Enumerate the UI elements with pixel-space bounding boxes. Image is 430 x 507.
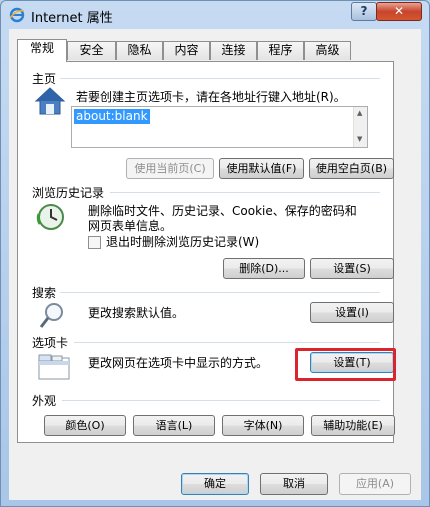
dialog-client: 常规 安全 隐私 内容 连接 程序 高级 主页 若要创建主页选项卡，请在各地址行… [9,29,421,500]
help-button[interactable]: ? [351,2,377,21]
homepage-group-label: 主页 [32,72,57,86]
tab-content[interactable]: 内容 [163,41,210,60]
search-settings-button[interactable]: 设置(I) [310,302,394,323]
group-divider [62,400,380,401]
homepage-address-input[interactable]: about:blank ▲ ▼ [71,106,368,148]
history-settings-button[interactable]: 设置(S) [310,258,394,279]
search-description: 更改搜索默认值。 [88,306,185,320]
homepage-address-value: about:blank [74,109,150,124]
tab-advanced[interactable]: 高级 [304,41,351,60]
cancel-button[interactable]: 取消 [260,473,328,495]
ok-button[interactable]: 确定 [181,473,249,495]
delete-history-on-exit-label: 退出时删除浏览历史记录(W) [106,235,260,249]
use-blank-button[interactable]: 使用空白页(B) [309,158,394,179]
search-group-label: 搜索 [32,286,57,300]
group-divider [60,78,380,79]
group-divider [60,292,380,293]
window-title: Internet 属性 [31,11,113,26]
tab-general[interactable]: 常规 [17,39,67,62]
tabs-group-label: 选项卡 [32,336,69,350]
general-tab-panel: 主页 若要创建主页选项卡，请在各地址行键入地址(R)。 about:blank … [17,61,395,443]
group-divider [110,192,380,193]
tab-privacy[interactable]: 隐私 [116,41,163,60]
colors-button[interactable]: 颜色(O) [44,415,126,436]
homepage-description: 若要创建主页选项卡，请在各地址行键入地址(R)。 [76,90,346,104]
tab-connections[interactable]: 连接 [210,41,257,60]
homepage-scrollbar[interactable]: ▲ ▼ [353,107,367,147]
highlight-annotation [295,348,396,381]
apply-button[interactable]: 应用(A) [339,473,411,495]
languages-button[interactable]: 语言(L) [133,415,215,436]
group-divider [74,342,380,343]
title-bar[interactable]: Internet 属性 ? ✕ [1,1,429,29]
delete-history-on-exit-checkbox[interactable] [88,236,101,249]
magnifier-icon [39,303,63,328]
accessibility-button[interactable]: 辅助功能(E) [311,415,395,436]
history-description: 删除临时文件、历史记录、Cookie、保存的密码和网页表单信息。 [88,204,357,233]
appearance-group-label: 外观 [32,394,57,408]
tab-programs[interactable]: 程序 [257,41,304,60]
internet-options-window: Internet 属性 ? ✕ 常规 安全 隐私 内容 连接 程序 高级 主页 … [0,0,430,507]
tabbed-window-icon [38,354,70,380]
close-button[interactable]: ✕ [376,2,422,21]
use-current-button[interactable]: 使用当前页(C) [126,158,214,179]
tabs-description: 更改网页在选项卡中显示的方式。 [88,356,269,370]
internet-explorer-icon [9,7,25,23]
history-clock-icon [36,204,64,230]
scroll-up-icon[interactable]: ▲ [357,109,362,117]
fonts-button[interactable]: 字体(N) [222,415,304,436]
use-default-button[interactable]: 使用默认值(F) [219,158,304,179]
delete-history-button[interactable]: 删除(D)... [223,258,305,279]
scroll-down-icon[interactable]: ▼ [357,135,362,143]
tab-security[interactable]: 安全 [67,41,116,60]
history-group-label: 浏览历史记录 [32,186,105,200]
house-icon [34,87,66,115]
